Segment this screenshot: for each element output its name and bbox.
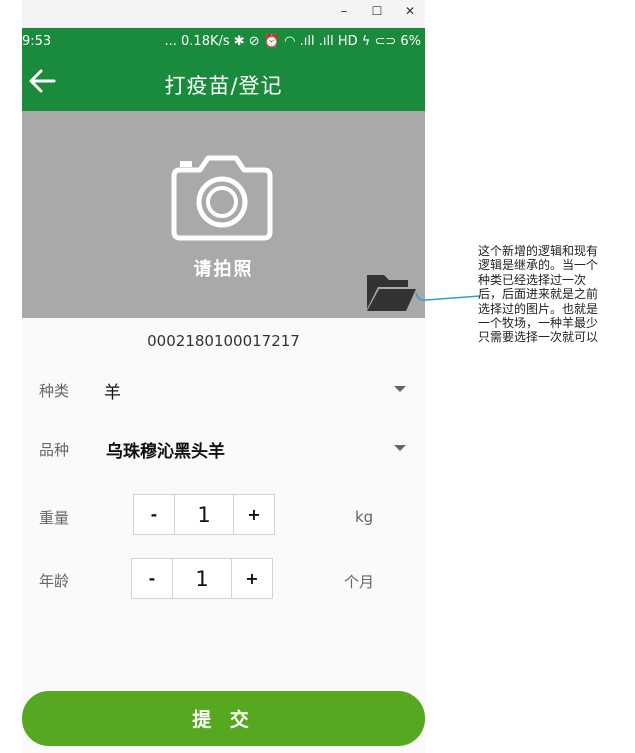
maximize-button[interactable]: ☐ [367, 4, 387, 18]
age-label: 年龄 [39, 572, 70, 590]
folder-open-icon[interactable] [364, 271, 418, 315]
annotation-line: 后，后面进来就是之前 [478, 287, 599, 302]
page-title: 打疫苗/登记 [164, 74, 283, 98]
chevron-down-icon [394, 445, 406, 451]
window-titlebar: – ☐ ✕ [22, 0, 425, 28]
annotation-line: 只需要选择一次就可以 [478, 330, 599, 345]
annotation-line: 选择过的图片。也就是 [478, 301, 599, 316]
phone-screen: 9:53 ... 0.18K/s ✱ ⊘ ⏰ ◠ .ıll .ıll HD ϟ … [22, 28, 425, 753]
weight-stepper: - 1 + [133, 494, 275, 535]
weight-plus-button[interactable]: + [233, 495, 274, 534]
annotation-line: 一个牧场，一种羊最少 [478, 316, 599, 331]
app-bar: 打疫苗/登记 [22, 55, 425, 111]
submit-button[interactable]: 提 交 [22, 691, 425, 746]
canvas: – ☐ ✕ 9:53 ... 0.18K/s ✱ ⊘ ⏰ ◠ .ıll .ıll… [0, 0, 635, 753]
photo-area[interactable]: 请拍照 [22, 111, 425, 318]
close-button[interactable]: ✕ [400, 4, 420, 18]
weight-minus-button[interactable]: - [134, 495, 175, 534]
age-unit: 个月 [344, 573, 375, 591]
annotation-line: 逻辑是继承的。当一个 [478, 258, 599, 273]
tag-number: 0002180100017217 [147, 332, 300, 350]
status-time: 9:53 [22, 34, 52, 49]
annotation-note: 这个新增的逻辑和现有 逻辑是继承的。当一个 种类已经选择过一次 后，后面进来就是… [478, 244, 623, 345]
category-select[interactable]: 种类 羊 [22, 371, 425, 407]
camera-icon[interactable] [170, 150, 274, 242]
breed-label: 品种 [39, 441, 70, 459]
status-bar: 9:53 ... 0.18K/s ✱ ⊘ ⏰ ◠ .ıll .ıll HD ϟ … [22, 28, 425, 55]
age-plus-button[interactable]: + [231, 559, 272, 598]
weight-unit: kg [355, 508, 374, 526]
breed-select[interactable]: 品种 乌珠穆沁黑头羊 [22, 430, 425, 466]
age-value[interactable]: 1 [173, 559, 231, 598]
annotation-line: 这个新增的逻辑和现有 [478, 244, 599, 258]
annotation-line: 种类已经选择过一次 [478, 272, 587, 287]
age-minus-button[interactable]: - [132, 559, 173, 598]
breed-value: 乌珠穆沁黑头羊 [106, 442, 225, 462]
age-stepper: - 1 + [131, 558, 273, 599]
category-label: 种类 [39, 382, 70, 400]
status-icons: ... 0.18K/s ✱ ⊘ ⏰ ◠ .ıll .ıll HD ϟ ⊂⊃ 6% [164, 34, 422, 49]
category-value: 羊 [104, 383, 121, 403]
chevron-down-icon [394, 386, 406, 392]
minimize-button[interactable]: – [334, 4, 354, 19]
weight-value[interactable]: 1 [175, 495, 233, 534]
weight-label: 重量 [39, 509, 70, 527]
